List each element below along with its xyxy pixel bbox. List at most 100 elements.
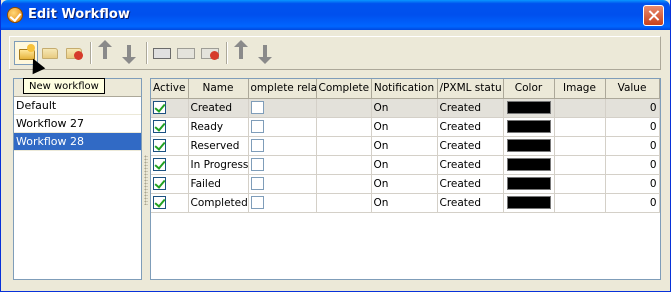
- panel-splitter[interactable]: [144, 155, 148, 205]
- complete-related-cell[interactable]: [248, 117, 317, 137]
- complete-cell[interactable]: [316, 117, 372, 137]
- move-workflow-up-button[interactable]: [94, 40, 118, 65]
- pxml-status-cell[interactable]: Created: [437, 193, 504, 213]
- notification-cell[interactable]: On: [371, 98, 438, 118]
- col-header-value[interactable]: Value: [605, 79, 660, 99]
- active-checkbox[interactable]: [153, 177, 166, 190]
- col-header-name[interactable]: Name: [188, 79, 249, 99]
- value-cell[interactable]: 0: [605, 174, 660, 194]
- col-header-complete[interactable]: Complete: [316, 79, 372, 99]
- edit-status-button[interactable]: [174, 41, 198, 65]
- table-row[interactable]: Ready On Created 0: [151, 117, 660, 137]
- color-swatch[interactable]: [506, 120, 551, 133]
- image-cell[interactable]: [554, 155, 606, 175]
- color-cell[interactable]: [503, 174, 555, 194]
- col-header-color[interactable]: Color: [503, 79, 555, 99]
- complete-cell[interactable]: [316, 193, 372, 213]
- complete-related-cell[interactable]: [248, 155, 317, 175]
- move-status-up-button[interactable]: [230, 40, 254, 65]
- complete-cell[interactable]: [316, 136, 372, 156]
- active-checkbox[interactable]: [153, 139, 166, 152]
- col-header-active[interactable]: Active: [151, 79, 189, 99]
- table-row[interactable]: Failed On Created 0: [151, 174, 660, 194]
- col-header-pxml-status[interactable]: /PXML statu: [437, 79, 504, 99]
- notification-cell[interactable]: On: [371, 136, 438, 156]
- workflow-item-default[interactable]: Default: [14, 97, 141, 115]
- complete-related-checkbox[interactable]: [250, 101, 264, 114]
- name-cell[interactable]: Created: [188, 98, 249, 118]
- complete-related-checkbox[interactable]: [250, 120, 264, 133]
- image-cell[interactable]: [554, 174, 606, 194]
- color-swatch[interactable]: [506, 101, 551, 114]
- complete-related-cell[interactable]: [248, 136, 317, 156]
- col-header-complete-related[interactable]: omplete relat: [248, 79, 317, 99]
- value-cell[interactable]: 0: [605, 136, 660, 156]
- active-cell[interactable]: [151, 117, 189, 137]
- table-row[interactable]: Created On Created 0: [151, 98, 660, 118]
- table-row[interactable]: In Progress On Created 0: [151, 155, 660, 175]
- color-cell[interactable]: [503, 193, 555, 213]
- color-swatch[interactable]: [506, 177, 551, 190]
- image-cell[interactable]: [554, 136, 606, 156]
- value-cell[interactable]: 0: [605, 193, 660, 213]
- value-cell[interactable]: 0: [605, 155, 660, 175]
- active-checkbox[interactable]: [153, 158, 166, 171]
- col-header-image[interactable]: Image: [554, 79, 606, 99]
- color-cell[interactable]: [503, 98, 555, 118]
- notification-cell[interactable]: On: [371, 155, 438, 175]
- move-workflow-down-button[interactable]: [118, 41, 142, 65]
- title-bar[interactable]: Edit Workflow: [1, 0, 670, 30]
- image-cell[interactable]: [554, 98, 606, 118]
- delete-workflow-button[interactable]: [62, 41, 86, 65]
- complete-related-checkbox[interactable]: [250, 158, 264, 171]
- complete-related-checkbox[interactable]: [250, 177, 264, 190]
- color-swatch[interactable]: [506, 158, 551, 171]
- active-cell[interactable]: [151, 155, 189, 175]
- col-header-notification[interactable]: Notification: [371, 79, 438, 99]
- move-status-down-button[interactable]: [254, 41, 278, 65]
- image-cell[interactable]: [554, 117, 606, 137]
- color-cell[interactable]: [503, 155, 555, 175]
- image-cell[interactable]: [554, 193, 606, 213]
- active-cell[interactable]: [151, 174, 189, 194]
- new-status-button[interactable]: [150, 41, 174, 65]
- pxml-status-cell[interactable]: Created: [437, 98, 504, 118]
- name-cell[interactable]: In Progress: [188, 155, 249, 175]
- active-checkbox[interactable]: [153, 196, 166, 209]
- complete-related-cell[interactable]: [248, 98, 317, 118]
- name-cell[interactable]: Ready: [188, 117, 249, 137]
- active-checkbox[interactable]: [153, 101, 166, 114]
- workflow-item-28[interactable]: Workflow 28: [14, 133, 141, 151]
- notification-cell[interactable]: On: [371, 193, 438, 213]
- close-button[interactable]: [643, 5, 664, 26]
- notification-cell[interactable]: On: [371, 117, 438, 137]
- name-cell[interactable]: Reserved: [188, 136, 249, 156]
- complete-cell[interactable]: [316, 155, 372, 175]
- pxml-status-cell[interactable]: Created: [437, 117, 504, 137]
- active-cell[interactable]: [151, 193, 189, 213]
- active-cell[interactable]: [151, 98, 189, 118]
- name-cell[interactable]: Completed: [188, 193, 249, 213]
- pxml-status-cell[interactable]: Created: [437, 136, 504, 156]
- table-row[interactable]: Reserved On Created 0: [151, 136, 660, 156]
- value-cell[interactable]: 0: [605, 98, 660, 118]
- table-row[interactable]: Completed On Created 0: [151, 193, 660, 213]
- color-cell[interactable]: [503, 117, 555, 137]
- delete-status-button[interactable]: [198, 41, 222, 65]
- workflow-item-27[interactable]: Workflow 27: [14, 115, 141, 133]
- workflow-list[interactable]: Default Workflow 27 Workflow 28: [13, 78, 142, 280]
- notification-cell[interactable]: On: [371, 174, 438, 194]
- complete-related-cell[interactable]: [248, 174, 317, 194]
- value-cell[interactable]: 0: [605, 117, 660, 137]
- color-swatch[interactable]: [506, 196, 551, 209]
- complete-related-cell[interactable]: [248, 193, 317, 213]
- pxml-status-cell[interactable]: Created: [437, 174, 504, 194]
- complete-related-checkbox[interactable]: [250, 196, 264, 209]
- complete-cell[interactable]: [316, 174, 372, 194]
- color-cell[interactable]: [503, 136, 555, 156]
- active-checkbox[interactable]: [153, 120, 166, 133]
- active-cell[interactable]: [151, 136, 189, 156]
- color-swatch[interactable]: [506, 139, 551, 152]
- name-cell[interactable]: Failed: [188, 174, 249, 194]
- pxml-status-cell[interactable]: Created: [437, 155, 504, 175]
